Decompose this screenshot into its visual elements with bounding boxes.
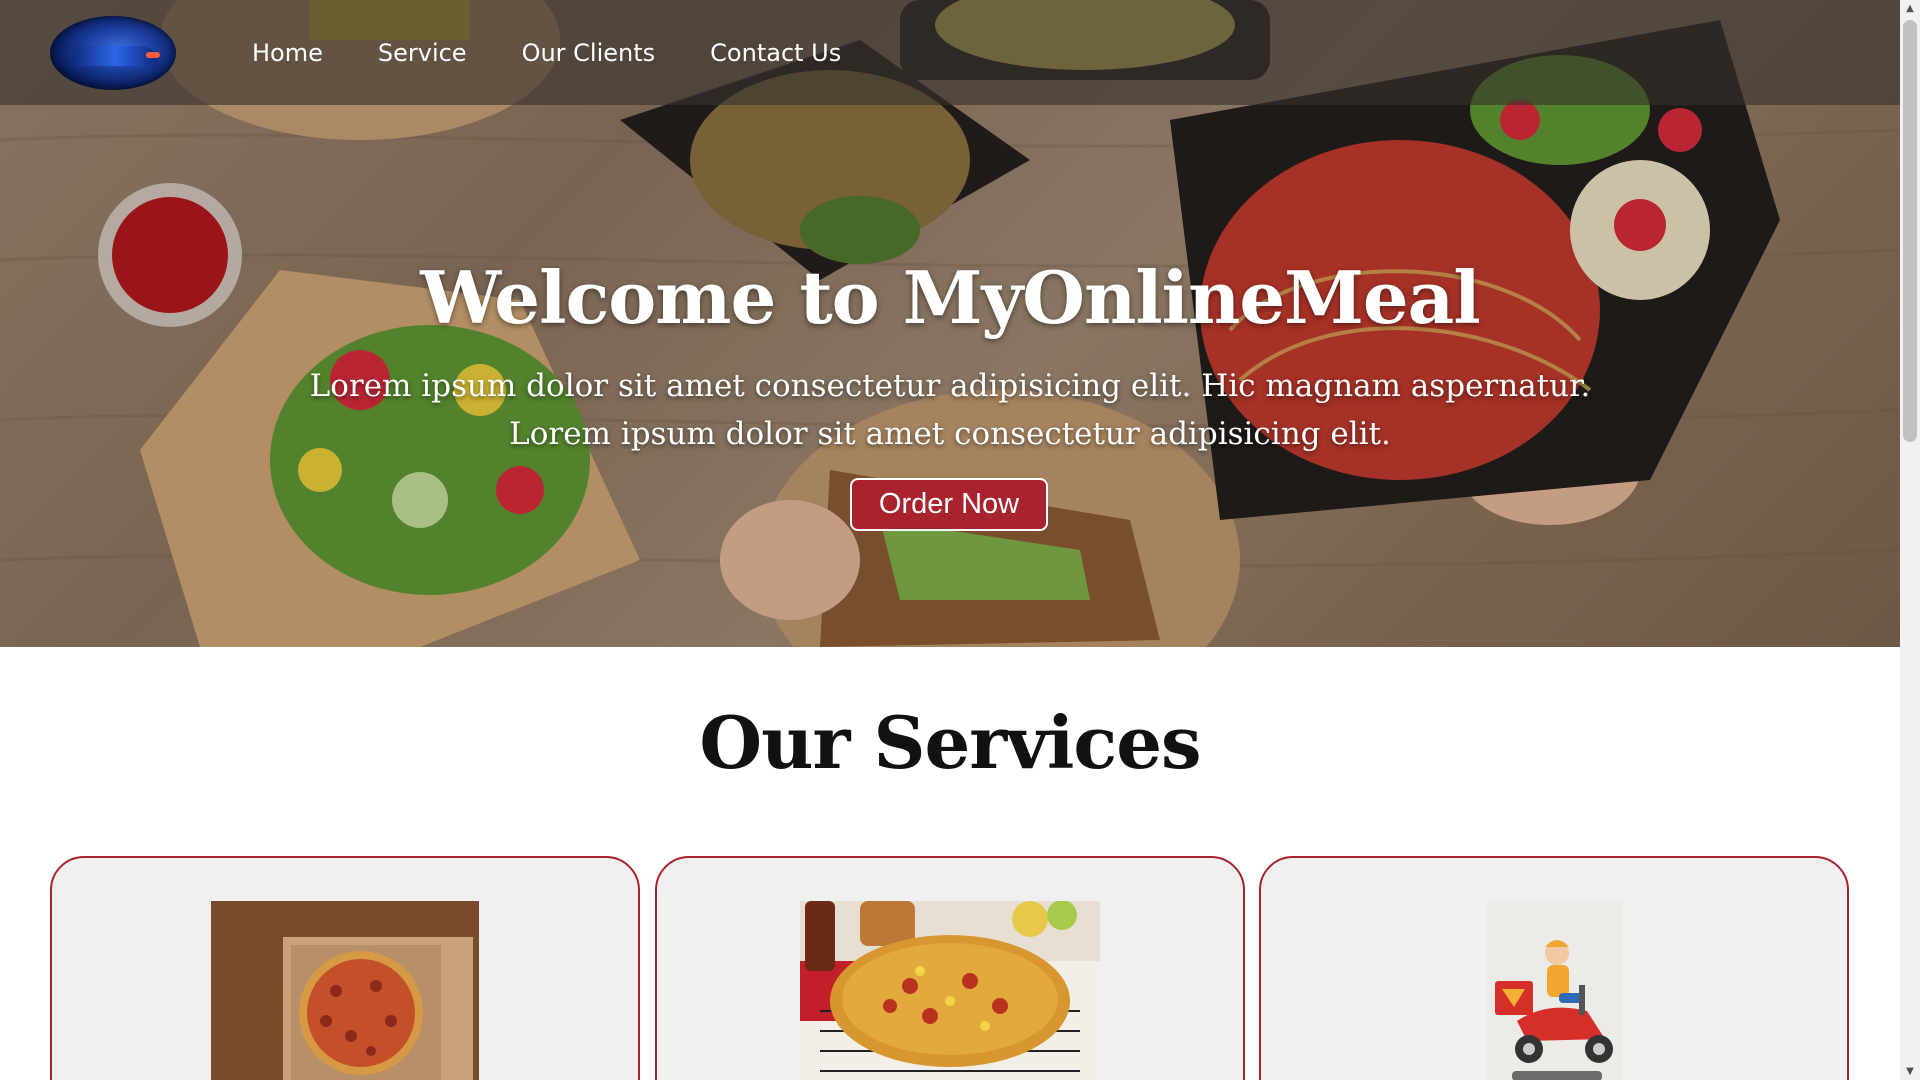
scroll-up-arrow-icon[interactable]: ▲ [1900, 0, 1920, 17]
pizza-on-rack-image [800, 901, 1100, 1080]
hero-subtitle-line-2: Lorem ipsum dolor sit amet consectetur a… [509, 416, 1391, 452]
page: Home Service Our Clients Contact Us Welc… [0, 0, 1900, 1080]
nav-link-service[interactable]: Service [378, 39, 467, 67]
order-now-button[interactable]: Order Now [850, 478, 1048, 531]
navbar: Home Service Our Clients Contact Us [0, 0, 1900, 105]
service-card[interactable] [50, 856, 640, 1080]
car-taillight [146, 52, 160, 58]
service-card[interactable] [1259, 856, 1849, 1080]
scroll-down-arrow-icon[interactable]: ▼ [1900, 1063, 1920, 1080]
nav-link-our-clients[interactable]: Our Clients [522, 39, 656, 67]
nav-links: Home Service Our Clients Contact Us [252, 0, 896, 105]
nav-link-contact-us[interactable]: Contact Us [710, 39, 841, 67]
pizza-in-box-image [211, 901, 479, 1080]
car-icon [72, 46, 158, 66]
logo-image[interactable] [50, 16, 176, 90]
delivery-scooter-image [1487, 901, 1622, 1080]
service-card[interactable] [655, 856, 1245, 1080]
vertical-scrollbar[interactable]: ▲ ▼ [1900, 0, 1920, 1080]
hero-section: Home Service Our Clients Contact Us Welc… [0, 0, 1900, 647]
hero-subtitle: Lorem ipsum dolor sit amet consectetur a… [200, 362, 1700, 458]
hero-subtitle-line-1: Lorem ipsum dolor sit amet consectetur a… [309, 368, 1591, 404]
nav-link-home[interactable]: Home [252, 39, 323, 67]
hero-title: Welcome to MyOnlineMeal [420, 255, 1480, 340]
services-title: Our Services [699, 700, 1201, 785]
scrollbar-thumb[interactable] [1903, 20, 1917, 442]
